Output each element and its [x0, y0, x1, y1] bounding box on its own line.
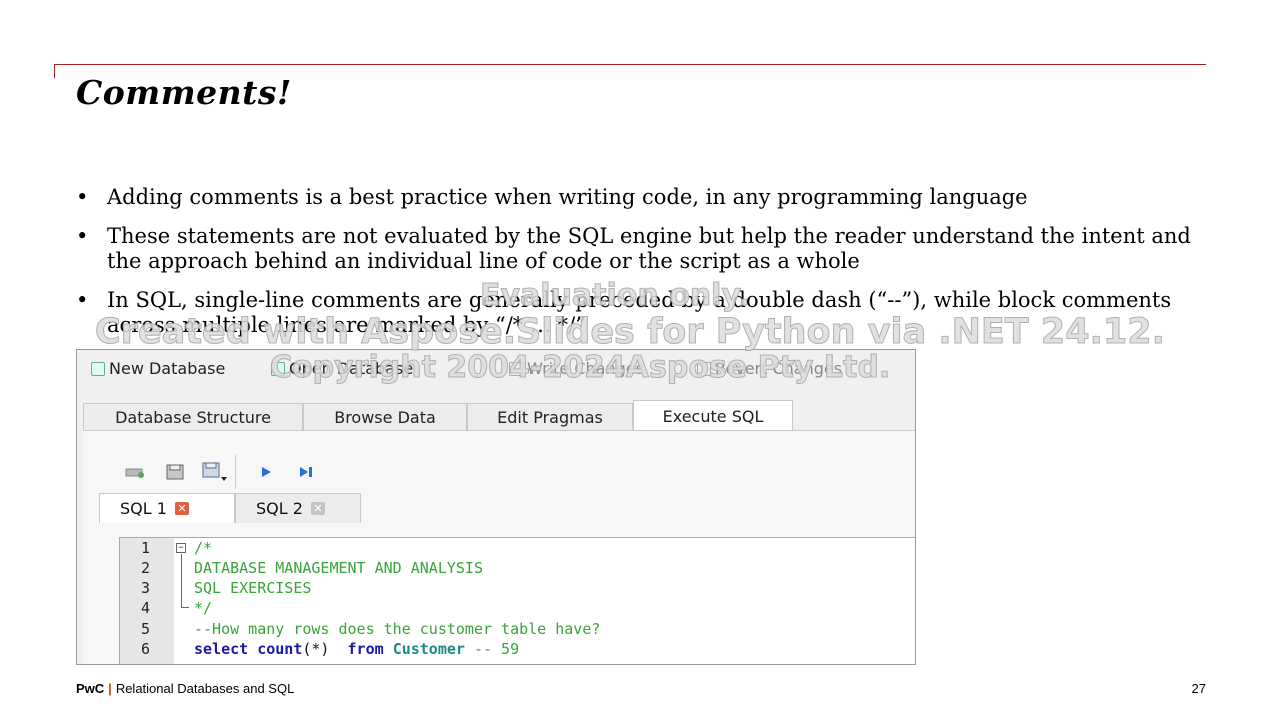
- sql-tab-2[interactable]: SQL 2 ✕: [235, 493, 361, 523]
- fold-guide-end: [181, 607, 189, 608]
- line-number: 6: [140, 640, 150, 658]
- main-toolbar: New Database Open Database Write Changes…: [77, 350, 915, 388]
- toolbar-separator: [235, 455, 236, 489]
- open-database-button[interactable]: Open Database: [271, 359, 413, 378]
- execute-sql-panel: SQL 1 ✕ SQL 2 ✕ 1 2 3 4 5 6 − /* DATABAS…: [83, 430, 915, 664]
- close-icon[interactable]: ✕: [310, 502, 325, 515]
- sql-editor[interactable]: 1 2 3 4 5 6 − /* DATABASE MANAGEMENT AND…: [119, 537, 915, 664]
- revert-changes-icon: [697, 361, 711, 376]
- main-tabs: Database Structure Browse Data Edit Prag…: [83, 400, 915, 431]
- bullet-text: Adding comments is a best practice when …: [107, 185, 1028, 209]
- slide-footer: PwC | Relational Databases and SQL: [76, 681, 294, 696]
- open-database-icon: [271, 361, 285, 376]
- bullet-symbol: •: [76, 288, 89, 312]
- fold-toggle-icon[interactable]: −: [176, 543, 186, 553]
- sql-tabs: SQL 1 ✕ SQL 2 ✕: [99, 493, 915, 523]
- title-rule-tick: [54, 64, 55, 78]
- new-database-icon: [91, 361, 105, 376]
- bullet-item: • These statements are not evaluated by t…: [76, 224, 1206, 274]
- sql-toolbar: [115, 455, 326, 489]
- code-line-2: DATABASE MANAGEMENT AND ANALYSIS: [194, 559, 483, 577]
- line-number: 3: [140, 579, 150, 597]
- line-number-gutter: 1 2 3 4 5 6: [120, 538, 174, 664]
- sql-tab-1[interactable]: SQL 1 ✕: [99, 493, 235, 523]
- open-database-label: Open Database: [289, 359, 414, 378]
- open-tab-icon[interactable]: [115, 462, 155, 482]
- write-changes-button[interactable]: Write Changes: [509, 359, 644, 378]
- db-browser-screenshot: New Database Open Database Write Changes…: [76, 349, 916, 665]
- line-number: 2: [140, 559, 150, 577]
- sql-keyword: select: [194, 640, 249, 658]
- bullet-item: • In SQL, single-line comments are genera…: [76, 288, 1206, 338]
- sql-tab-2-label: SQL 2: [256, 499, 303, 518]
- tab-database-structure[interactable]: Database Structure: [83, 403, 303, 430]
- execute-line-icon[interactable]: [286, 462, 326, 482]
- fold-guide: [181, 554, 182, 608]
- revert-changes-button[interactable]: Revert Changes: [697, 359, 842, 378]
- sql-args: (*): [302, 640, 330, 658]
- line-number: 1: [140, 539, 150, 557]
- close-icon[interactable]: ✕: [174, 502, 189, 515]
- line-number: 4: [140, 599, 150, 617]
- write-changes-icon: [509, 361, 523, 376]
- sql-tab-1-label: SQL 1: [120, 499, 167, 518]
- footer-separator: |: [108, 681, 112, 696]
- title-rule: [54, 64, 1206, 65]
- footer-text: Relational Databases and SQL: [115, 681, 295, 696]
- tab-execute-sql[interactable]: Execute SQL: [633, 400, 793, 431]
- sql-inline-comment: -- 59: [473, 640, 520, 658]
- bullet-text: In SQL, single-line comments are general…: [107, 288, 1172, 337]
- bullet-list: • Adding comments is a best practice when…: [76, 185, 1206, 352]
- save-sql-file-icon[interactable]: [195, 462, 235, 482]
- new-database-label: New Database: [109, 359, 226, 378]
- page-number: 27: [1191, 681, 1206, 696]
- write-changes-label: Write Changes: [527, 359, 644, 378]
- tab-browse-data[interactable]: Browse Data: [303, 403, 467, 430]
- bullet-text: These statements are not evaluated by th…: [107, 224, 1191, 273]
- execute-all-icon[interactable]: [246, 462, 286, 482]
- line-number: 5: [140, 620, 150, 638]
- code-line-3: SQL EXERCISES: [194, 579, 312, 597]
- open-sql-file-icon[interactable]: [155, 462, 195, 482]
- tab-edit-pragmas[interactable]: Edit Pragmas: [467, 403, 633, 430]
- sql-table-name: Customer: [392, 640, 465, 658]
- code-line-4: */: [194, 599, 213, 617]
- sql-function: count: [257, 640, 303, 658]
- bullet-symbol: •: [76, 224, 89, 248]
- new-database-button[interactable]: New Database: [91, 359, 225, 378]
- revert-changes-label: Revert Changes: [715, 359, 843, 378]
- code-line-1: /*: [194, 539, 213, 557]
- footer-brand: PwC: [76, 681, 105, 696]
- code-line-5: --How many rows does the customer table …: [194, 620, 601, 638]
- code-line-6: select count(*) from Customer -- 59: [194, 640, 519, 658]
- bullet-symbol: •: [76, 185, 89, 209]
- sql-keyword: from: [347, 640, 384, 658]
- slide-title: Comments!: [76, 73, 292, 112]
- bullet-item: • Adding comments is a best practice when…: [76, 185, 1206, 210]
